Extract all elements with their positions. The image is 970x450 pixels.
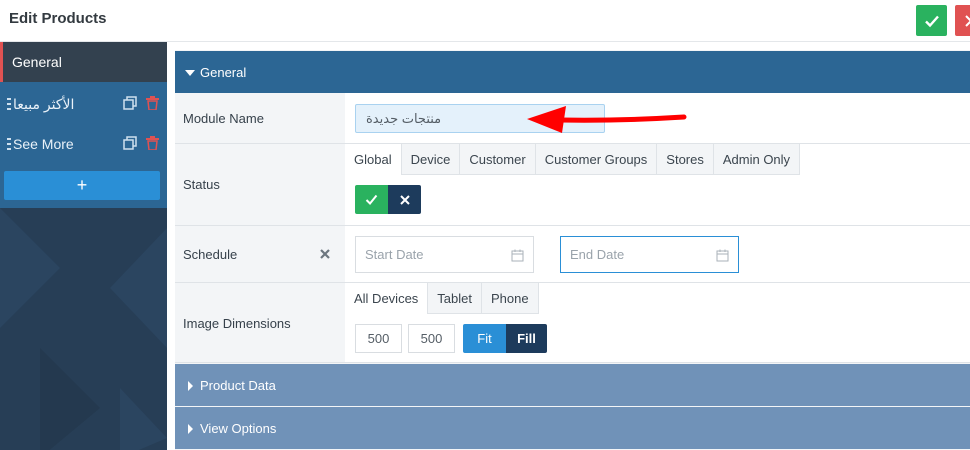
- tab-all-devices[interactable]: All Devices: [345, 283, 428, 314]
- status-on-button[interactable]: [355, 185, 388, 214]
- tab-tablet[interactable]: Tablet: [427, 283, 481, 314]
- image-dimensions-label: Image Dimensions: [183, 316, 291, 331]
- status-tabs: Global Device Customer Customer Groups S…: [345, 144, 801, 175]
- status-row: Status Global Device Customer Customer G…: [175, 144, 970, 226]
- schedule-row: Schedule Start Date End Date: [175, 226, 970, 283]
- copy-icon[interactable]: [121, 134, 139, 152]
- start-date-placeholder: Start Date: [365, 247, 424, 262]
- panel-title: General: [200, 65, 247, 80]
- sidebar-item-label: See More: [13, 136, 74, 152]
- module-name-row: Module Name منتجات جديدة: [175, 93, 970, 144]
- image-dimensions-row: Image Dimensions All Devices Tablet Phon…: [175, 283, 970, 363]
- panel-header-view-options[interactable]: View Options: [175, 407, 970, 449]
- sidebar-item-see-more[interactable]: See More: [0, 124, 167, 164]
- background-pattern: [0, 208, 167, 450]
- caret-down-icon: [185, 70, 195, 76]
- tab-global[interactable]: Global: [345, 144, 401, 175]
- module-name-label: Module Name: [183, 111, 264, 126]
- start-date-input[interactable]: Start Date: [355, 236, 534, 273]
- panel-title: Product Data: [200, 378, 276, 393]
- sidebar-item-general[interactable]: General: [0, 42, 167, 82]
- trash-icon[interactable]: [143, 94, 161, 112]
- tab-device[interactable]: Device: [400, 144, 460, 175]
- close-button[interactable]: [955, 5, 970, 36]
- calendar-icon[interactable]: [511, 249, 524, 262]
- add-module-button[interactable]: +: [4, 171, 160, 200]
- panel-title: View Options: [200, 421, 277, 436]
- caret-right-icon: [188, 381, 193, 391]
- status-off-button[interactable]: [388, 185, 421, 214]
- panel-header-product-data[interactable]: Product Data: [175, 364, 970, 406]
- panel-header-general[interactable]: General: [175, 51, 970, 93]
- check-icon: [365, 194, 378, 205]
- status-toggle: [355, 185, 421, 214]
- module-list: General الأكثر مبيعا See More +: [0, 42, 167, 208]
- tab-admin-only[interactable]: Admin Only: [712, 144, 801, 175]
- page-title: Edit Products: [9, 10, 107, 27]
- end-date-placeholder: End Date: [570, 247, 625, 262]
- fit-button[interactable]: Fit: [463, 324, 506, 353]
- clear-schedule-icon[interactable]: [319, 248, 331, 260]
- drag-handle-icon[interactable]: [7, 138, 11, 150]
- module-name-input[interactable]: منتجات جديدة: [355, 104, 605, 133]
- tab-phone[interactable]: Phone: [481, 283, 539, 314]
- sidebar: General الأكثر مبيعا See More +: [0, 42, 167, 450]
- copy-icon[interactable]: [121, 94, 139, 112]
- top-bar: Edit Products: [0, 0, 970, 42]
- status-label: Status: [183, 177, 220, 192]
- tab-customer-groups[interactable]: Customer Groups: [534, 144, 657, 175]
- close-icon: [964, 14, 970, 27]
- sidebar-item-label: الأكثر مبيعا: [13, 96, 75, 112]
- device-tabs: All Devices Tablet Phone: [345, 283, 539, 314]
- sidebar-item-best-sellers[interactable]: الأكثر مبيعا: [0, 84, 167, 124]
- image-height-input[interactable]: 500: [408, 324, 455, 353]
- end-date-input[interactable]: End Date: [560, 236, 739, 273]
- tab-customer[interactable]: Customer: [459, 144, 535, 175]
- caret-right-icon: [188, 424, 193, 434]
- sidebar-item-label: General: [12, 54, 62, 70]
- fill-button[interactable]: Fill: [506, 324, 547, 353]
- main-content: General Module Name منتجات جديدة Status …: [175, 50, 970, 450]
- module-name-value: منتجات جديدة: [366, 111, 442, 126]
- save-button[interactable]: [916, 5, 947, 36]
- tab-stores[interactable]: Stores: [656, 144, 713, 175]
- resize-mode-toggle: Fit Fill: [463, 324, 547, 353]
- trash-icon[interactable]: [143, 134, 161, 152]
- check-icon: [924, 15, 939, 27]
- image-width-input[interactable]: 500: [355, 324, 402, 353]
- drag-handle-icon[interactable]: [7, 98, 11, 110]
- schedule-label: Schedule: [183, 247, 238, 262]
- calendar-icon[interactable]: [716, 249, 729, 262]
- close-icon: [399, 194, 410, 205]
